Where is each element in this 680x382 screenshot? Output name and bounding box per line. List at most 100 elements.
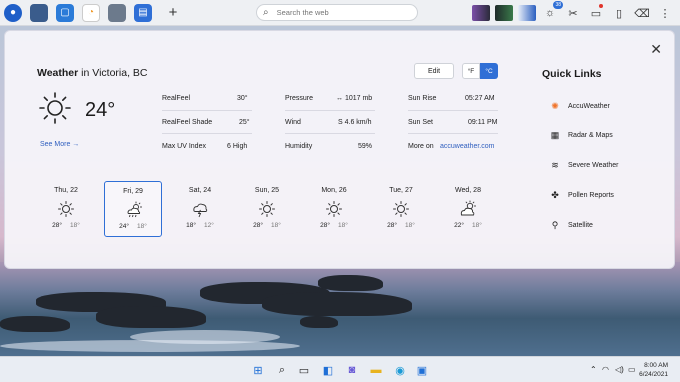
trash-icon[interactable]: ⌫ [633,4,651,22]
quick-link-accuweather[interactable]: ✺ AccuWeather [549,100,610,112]
video-camera-icon[interactable]: ▭ [587,4,605,22]
more-on-label: More on [408,143,434,150]
sun-icon [259,201,275,217]
teams-chat-icon[interactable]: ◙ [344,362,360,378]
close-icon[interactable]: ✕ [650,41,662,58]
forecast-high: 24° [119,223,129,230]
forecast-low: 18° [338,222,348,229]
thumbnail-doc[interactable] [518,4,536,22]
weather-title-label: Weather [37,67,79,79]
accuweather-link[interactable]: accuweather.com [440,143,494,150]
weather-sun-icon[interactable]: ☼ 38 [541,1,563,22]
app-icon-window[interactable] [30,3,48,22]
quick-link-label: AccuWeather [568,102,610,110]
weather-panel: ✕ Weather in Victoria, BC Edit °F °C 24°… [4,30,675,269]
sunset-value: 09:11 PM [468,119,498,126]
search-box[interactable]: ⌕ [256,4,418,21]
forecast-day-label: Wed, 28 [455,187,481,194]
forecast-temps: 18° 12° [171,222,229,229]
wind-value: S 4.6 km/h [338,119,372,126]
realfeel-shade-label: RealFeel Shade [162,119,213,126]
app-icon-blue-circle[interactable]: ● [4,3,22,22]
taskbar: ⊞ ⌕ ▭ ◧ ◙ ▬ ◉ ▣ ⌃ ◠ ◁) ▭ 8:00 AM 6/24/20… [0,356,680,382]
app-icon-photos[interactable] [108,3,126,22]
forecast-high: 28° [253,222,263,229]
forecast-day[interactable]: Sat, 24 18° 12° [171,181,229,237]
app-icon-calculator[interactable]: ▤ [134,3,152,22]
forecast-day-selected[interactable]: Fri, 29 24° 18° [104,181,162,237]
forecast-temps: 28° 18° [37,222,95,229]
search-input[interactable] [276,8,397,17]
forecast-temps: 28° 18° [238,222,296,229]
uv-index-value: 6 High [227,143,248,150]
file-explorer-icon[interactable]: ▬ [368,362,384,378]
quick-link-label: Severe Weather [568,161,619,169]
edge-browser-icon[interactable]: ◉ [392,362,408,378]
clock-time: 8:00 AM [644,362,668,369]
see-more-link[interactable]: See More → [40,141,79,148]
forecast-high: 28° [320,222,330,229]
humidity-value: 59% [358,143,373,150]
forecast-day[interactable]: Wed, 28 22° 18° [439,181,497,237]
more-options-icon[interactable]: ⋮ [656,4,674,22]
fahrenheit-toggle[interactable]: °F [462,63,480,79]
chevron-up-icon[interactable]: ⌃ [590,365,597,374]
task-view-icon[interactable]: ▭ [296,362,312,378]
quick-link-label: Satellite [568,221,593,229]
forecast-day-label: Sat, 24 [188,187,212,194]
clipboard-icon[interactable]: ▯ [610,4,628,22]
search-icon[interactable]: ⌕ [274,362,290,378]
celsius-toggle[interactable]: °C [480,63,498,79]
new-tab-button[interactable]: + [166,4,180,21]
quick-link-severe-weather[interactable]: ≋ Severe Weather [549,159,618,171]
wind-label: Wind [285,119,301,126]
thunder-cloud-icon [193,203,208,218]
app-icon-weather[interactable]: ◔ [82,3,100,22]
quick-link-label: Pollen Reports [568,191,614,199]
widgets-icon[interactable]: ◧ [320,362,336,378]
app-icon-store[interactable]: ▢ [56,3,74,22]
store-icon[interactable]: ▣ [414,362,430,378]
weather-location: in Victoria, BC [81,67,148,79]
pressure-label: Pressure [285,95,314,102]
rock [0,316,70,332]
forecast-day[interactable]: Thu, 22 28° 18° [37,181,95,237]
quick-link-satellite[interactable]: ⚲ Satellite [549,219,593,231]
forecast-day[interactable]: Tue, 27 28° 18° [372,181,430,237]
forecast-day-label: Tue, 27 [389,187,413,194]
start-icon[interactable]: ⊞ [250,362,266,378]
divider [408,110,498,111]
pressure-value: ↔ 1017 mb [336,95,373,102]
quick-link-radar-maps[interactable]: ▦ Radar & Maps [549,129,613,141]
sunrise-value: 05:27 AM [465,95,495,102]
edit-button[interactable]: Edit [414,63,454,79]
sun-icon [39,92,71,124]
forecast-temps: 22° 18° [439,222,497,229]
clock[interactable]: 8:00 AM 6/24/2021 [639,361,668,379]
volume-icon[interactable]: ◁) [615,365,624,374]
divider [408,133,498,134]
divider [285,133,375,134]
forecast-day[interactable]: Mon, 26 28° 18° [305,181,363,237]
scissors-icon[interactable]: ✂ [564,4,582,22]
rock [96,306,206,328]
quick-link-pollen-reports[interactable]: ✤ Pollen Reports [549,189,614,201]
thumbnail-purple[interactable] [472,4,490,22]
realfeel-value: 30° [237,95,248,102]
sun-icon [393,201,409,217]
quick-links-title: Quick Links [542,68,602,80]
forecast-high: 22° [454,222,464,229]
thumbnail-dark[interactable] [495,4,513,22]
battery-icon[interactable]: ▭ [628,365,636,374]
forecast-low: 18° [472,222,482,229]
forecast-high: 18° [186,222,196,229]
forecast-temps: 24° 18° [105,223,161,230]
wifi-icon[interactable]: ◠ [602,365,609,374]
forecast-low: 18° [137,223,147,230]
forecast-day-label: Fri, 29 [123,188,143,195]
forecast-day[interactable]: Sun, 25 28° 18° [238,181,296,237]
forecast-low: 18° [271,222,281,229]
sunset-label: Sun Set [408,119,433,126]
wind-icon: ≋ [551,159,559,170]
sun-icon [326,201,342,217]
